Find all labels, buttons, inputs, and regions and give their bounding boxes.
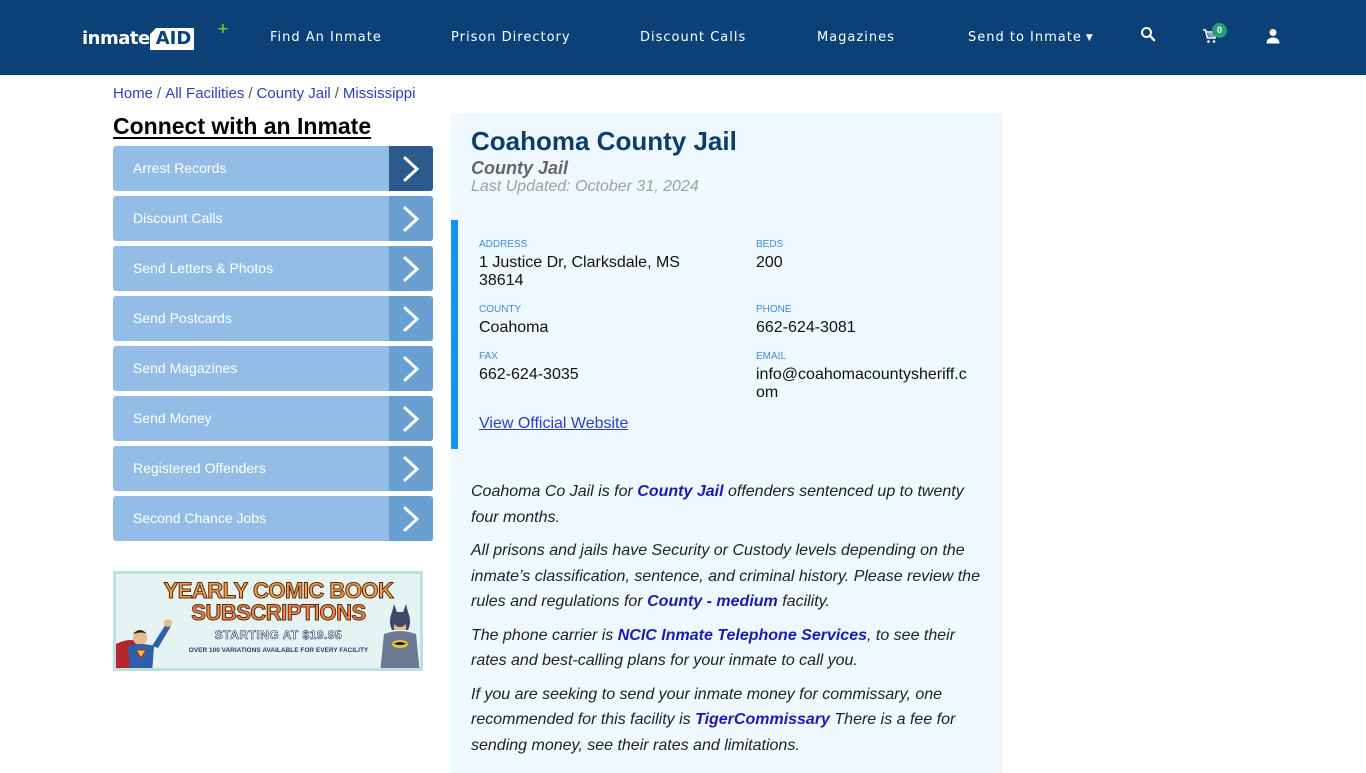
cart-count-badge: 0 <box>1212 23 1227 38</box>
nav-magazines[interactable]: Magazines <box>817 30 895 45</box>
sidebar-item-label: Registered Offenders <box>133 460 266 476</box>
breadcrumb: Home / All Facilities / County Jail / Mississi… <box>113 85 415 102</box>
top-navbar: inmate AID + Find An Inmate Prison Direc… <box>0 0 1366 75</box>
fax-label: Fax <box>479 351 498 362</box>
sidebar-item-arrest-records[interactable]: Arrest Records <box>113 146 433 191</box>
county-jail-link[interactable]: County Jail <box>637 483 723 500</box>
breadcrumb-mississippi[interactable]: Mississippi <box>343 85 416 102</box>
county-label: County <box>479 304 522 315</box>
address-label: Address <box>479 239 528 250</box>
nav-label: Find An Inmate <box>270 30 382 45</box>
phone-label: Phone <box>756 304 792 315</box>
nav-discount-calls[interactable]: Discount Calls <box>640 30 746 45</box>
nav-find-an-inmate[interactable]: Find An Inmate <box>270 30 382 45</box>
description-text: The phone carrier is <box>471 626 618 644</box>
sidebar-item-label: Send Magazines <box>133 360 238 376</box>
nav-label: Discount Calls <box>640 30 747 45</box>
breadcrumb-home[interactable]: Home <box>113 85 153 102</box>
sidebar-item-second-chance-jobs[interactable]: Second Chance Jobs <box>113 496 433 541</box>
chevron-right-icon <box>389 146 433 191</box>
breadcrumb-separator: / <box>334 85 339 102</box>
sidebar-item-label: Arrest Records <box>133 160 227 176</box>
phone-value[interactable]: 662-624-3081 <box>756 319 981 337</box>
phone-carrier-link[interactable]: NCIC Inmate Telephone Services <box>618 627 867 644</box>
chevron-right-icon <box>389 246 433 291</box>
sidebar-item-label: Send Letters & Photos <box>133 260 274 276</box>
account-button[interactable] <box>1266 28 1286 48</box>
facility-description: Coahoma Co Jail is for County Jail offen… <box>471 479 986 766</box>
beds-field: Beds 200 <box>756 239 981 272</box>
sidebar-item-send-postcards[interactable]: Send Postcards <box>113 296 433 341</box>
chevron-right-icon <box>389 446 433 491</box>
beds-label: Beds <box>756 239 784 250</box>
logo-plus-icon: + <box>217 21 229 37</box>
county-field: County Coahoma <box>479 304 704 337</box>
nav-send-to-inmate[interactable]: Send to Inmate ▼ <box>968 30 1094 45</box>
nav-label: Prison Directory <box>451 30 571 45</box>
phone-field: Phone 662-624-3081 <box>756 304 981 337</box>
search-icon <box>1141 27 1156 42</box>
user-icon <box>1266 29 1280 44</box>
chevron-right-icon <box>389 296 433 341</box>
sidebar-item-send-letters-photos[interactable]: Send Letters & Photos <box>113 246 433 291</box>
sidebar-item-label: Second Chance Jobs <box>133 510 267 526</box>
description-text: facility. <box>777 593 830 610</box>
sidebar-item-registered-offenders[interactable]: Registered Offenders <box>113 446 433 491</box>
last-updated: Last Updated: October 31, 2024 <box>471 178 699 195</box>
fax-field: Fax 662-624-3035 <box>479 351 704 384</box>
beds-value: 200 <box>756 254 783 271</box>
fax-value: 662-624-3035 <box>479 366 579 383</box>
sidebar-item-send-magazines[interactable]: Send Magazines <box>113 346 433 391</box>
caret-down-icon: ▼ <box>1085 33 1094 43</box>
chevron-right-icon <box>389 196 433 241</box>
sidebar-item-label: Discount Calls <box>133 210 223 226</box>
comic-subscription-ad-banner[interactable]: YEARLY COMIC BOOK SUBSCRIPTIONS STARTING… <box>113 571 423 671</box>
facility-title: Coahoma County Jail <box>471 126 737 156</box>
facility-info-box: Address 1 Justice Dr, Clarksdale, MS 386… <box>451 220 1003 449</box>
view-official-website-link[interactable]: View Official Website <box>479 415 628 433</box>
description-paragraph: Coahoma Co Jail is for County Jail offen… <box>471 479 986 530</box>
search-button[interactable] <box>1140 26 1160 46</box>
nav-prison-directory[interactable]: Prison Directory <box>451 30 571 45</box>
address-field: Address 1 Justice Dr, Clarksdale, MS 386… <box>479 239 704 290</box>
inmateaid-logo[interactable]: inmate AID + <box>82 21 229 50</box>
breadcrumb-separator: / <box>157 85 162 102</box>
address-value: 1 Justice Dr, Clarksdale, MS 38614 <box>479 254 680 289</box>
sidebar-item-label: Send Postcards <box>133 310 232 326</box>
chevron-right-icon <box>389 396 433 441</box>
chevron-right-icon <box>389 496 433 541</box>
breadcrumb-all-facilities[interactable]: All Facilities <box>165 85 244 102</box>
breadcrumb-separator: / <box>248 85 253 102</box>
description-paragraph: The phone carrier is NCIC Inmate Telepho… <box>471 623 986 674</box>
email-field: Email info@coahomacountysheriff.com <box>756 351 974 402</box>
sidebar-item-send-money[interactable]: Send Money <box>113 396 433 441</box>
sidebar-item-discount-calls[interactable]: Discount Calls <box>113 196 433 241</box>
commissary-link[interactable]: TigerCommissary <box>695 711 830 728</box>
logo-text: inmate <box>82 28 150 49</box>
sidebar-menu: Arrest Records Discount Calls Send Lette… <box>113 146 433 546</box>
description-paragraph: If you are seeking to send your inmate m… <box>471 682 986 759</box>
ad-price: STARTING AT $19.95 <box>214 628 343 643</box>
nav-label: Send to Inmate <box>968 30 1082 45</box>
ad-tagline: OVER 100 VARIATIONS AVAILABLE FOR EVERY … <box>188 647 369 654</box>
sidebar-item-label: Send Money <box>133 410 212 426</box>
ad-subheadline: SUBSCRIPTIONS <box>191 600 367 626</box>
security-level-link[interactable]: County - medium <box>647 593 778 610</box>
email-label: Email <box>756 351 787 362</box>
nav-label: Magazines <box>817 30 895 45</box>
email-value[interactable]: info@coahomacountysheriff.com <box>756 366 974 402</box>
breadcrumb-county-jail[interactable]: County Jail <box>257 85 331 102</box>
county-value: Coahoma <box>479 319 549 336</box>
sidebar-title: Connect with an Inmate <box>113 113 372 139</box>
facility-type: County Jail <box>471 158 569 178</box>
description-text: Coahoma Co Jail is for <box>471 483 638 500</box>
description-paragraph: All prisons and jails have Security or C… <box>471 538 986 615</box>
facility-panel: Coahoma County Jail County Jail Last Upd… <box>451 113 1003 773</box>
chevron-right-icon <box>389 346 433 391</box>
logo-accent: AID <box>149 28 195 50</box>
